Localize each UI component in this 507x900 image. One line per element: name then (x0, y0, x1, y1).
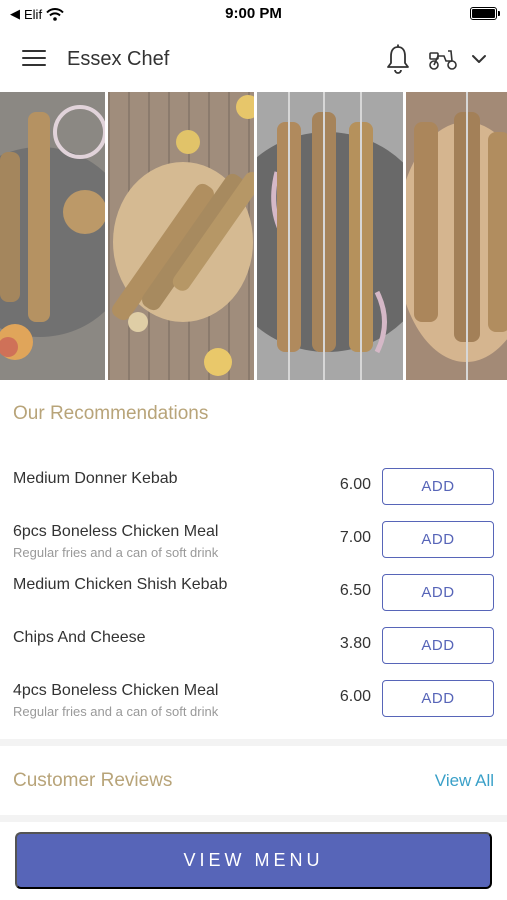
add-button[interactable]: ADD (382, 627, 494, 664)
list-item: Chips And Cheese 3.80 ADD (0, 617, 507, 670)
status-bar: ◀ Elif 9:00 PM (0, 0, 507, 28)
list-item: 4pcs Boneless Chicken Meal Regular fries… (0, 670, 507, 723)
bell-icon[interactable] (385, 44, 411, 74)
reviews-title: Customer Reviews (13, 770, 173, 791)
app-header: Essex Chef (0, 28, 507, 92)
section-divider (0, 815, 507, 822)
recommendations-title: Our Recommendations (13, 403, 209, 424)
item-price: 7.00 (339, 529, 371, 546)
banner-photo-3 (257, 92, 403, 380)
item-price: 3.80 (339, 635, 371, 652)
item-price: 6.00 (339, 476, 371, 493)
item-price: 6.00 (339, 688, 371, 705)
view-all-link[interactable]: View All (435, 771, 494, 791)
add-button[interactable]: ADD (382, 521, 494, 558)
add-button[interactable]: ADD (382, 468, 494, 505)
list-item: Medium Chicken Shish Kebab 6.50 ADD (0, 564, 507, 617)
recommendations-list: Medium Donner Kebab 6.00 ADD 6pcs Bonele… (0, 458, 507, 723)
menu-icon[interactable] (22, 50, 46, 68)
item-name: 6pcs Boneless Chicken Meal (13, 523, 219, 540)
list-item: Medium Donner Kebab 6.00 ADD (0, 458, 507, 511)
scooter-icon[interactable] (428, 47, 458, 71)
item-name: Medium Chicken Shish Kebab (13, 576, 228, 593)
item-name: Chips And Cheese (13, 629, 146, 646)
item-price: 6.50 (339, 582, 371, 599)
add-button[interactable]: ADD (382, 680, 494, 717)
add-button[interactable]: ADD (382, 574, 494, 611)
restaurant-title: Essex Chef (67, 48, 170, 70)
item-description: Regular fries and a can of soft drink (13, 545, 219, 560)
banner-photo-4 (406, 92, 507, 380)
item-name: 4pcs Boneless Chicken Meal (13, 682, 219, 699)
view-menu-button[interactable]: VIEW MENU (15, 832, 492, 889)
banner-photo-2 (108, 92, 254, 380)
banner-photo-1 (0, 92, 105, 380)
banner-image (0, 92, 507, 380)
battery-icon (470, 7, 500, 20)
list-item: 6pcs Boneless Chicken Meal Regular fries… (0, 511, 507, 564)
item-description: Regular fries and a can of soft drink (13, 704, 219, 719)
section-divider (0, 739, 507, 746)
status-time: 9:00 PM (225, 5, 282, 22)
item-name: Medium Donner Kebab (13, 470, 178, 487)
chevron-down-icon[interactable] (470, 50, 488, 68)
